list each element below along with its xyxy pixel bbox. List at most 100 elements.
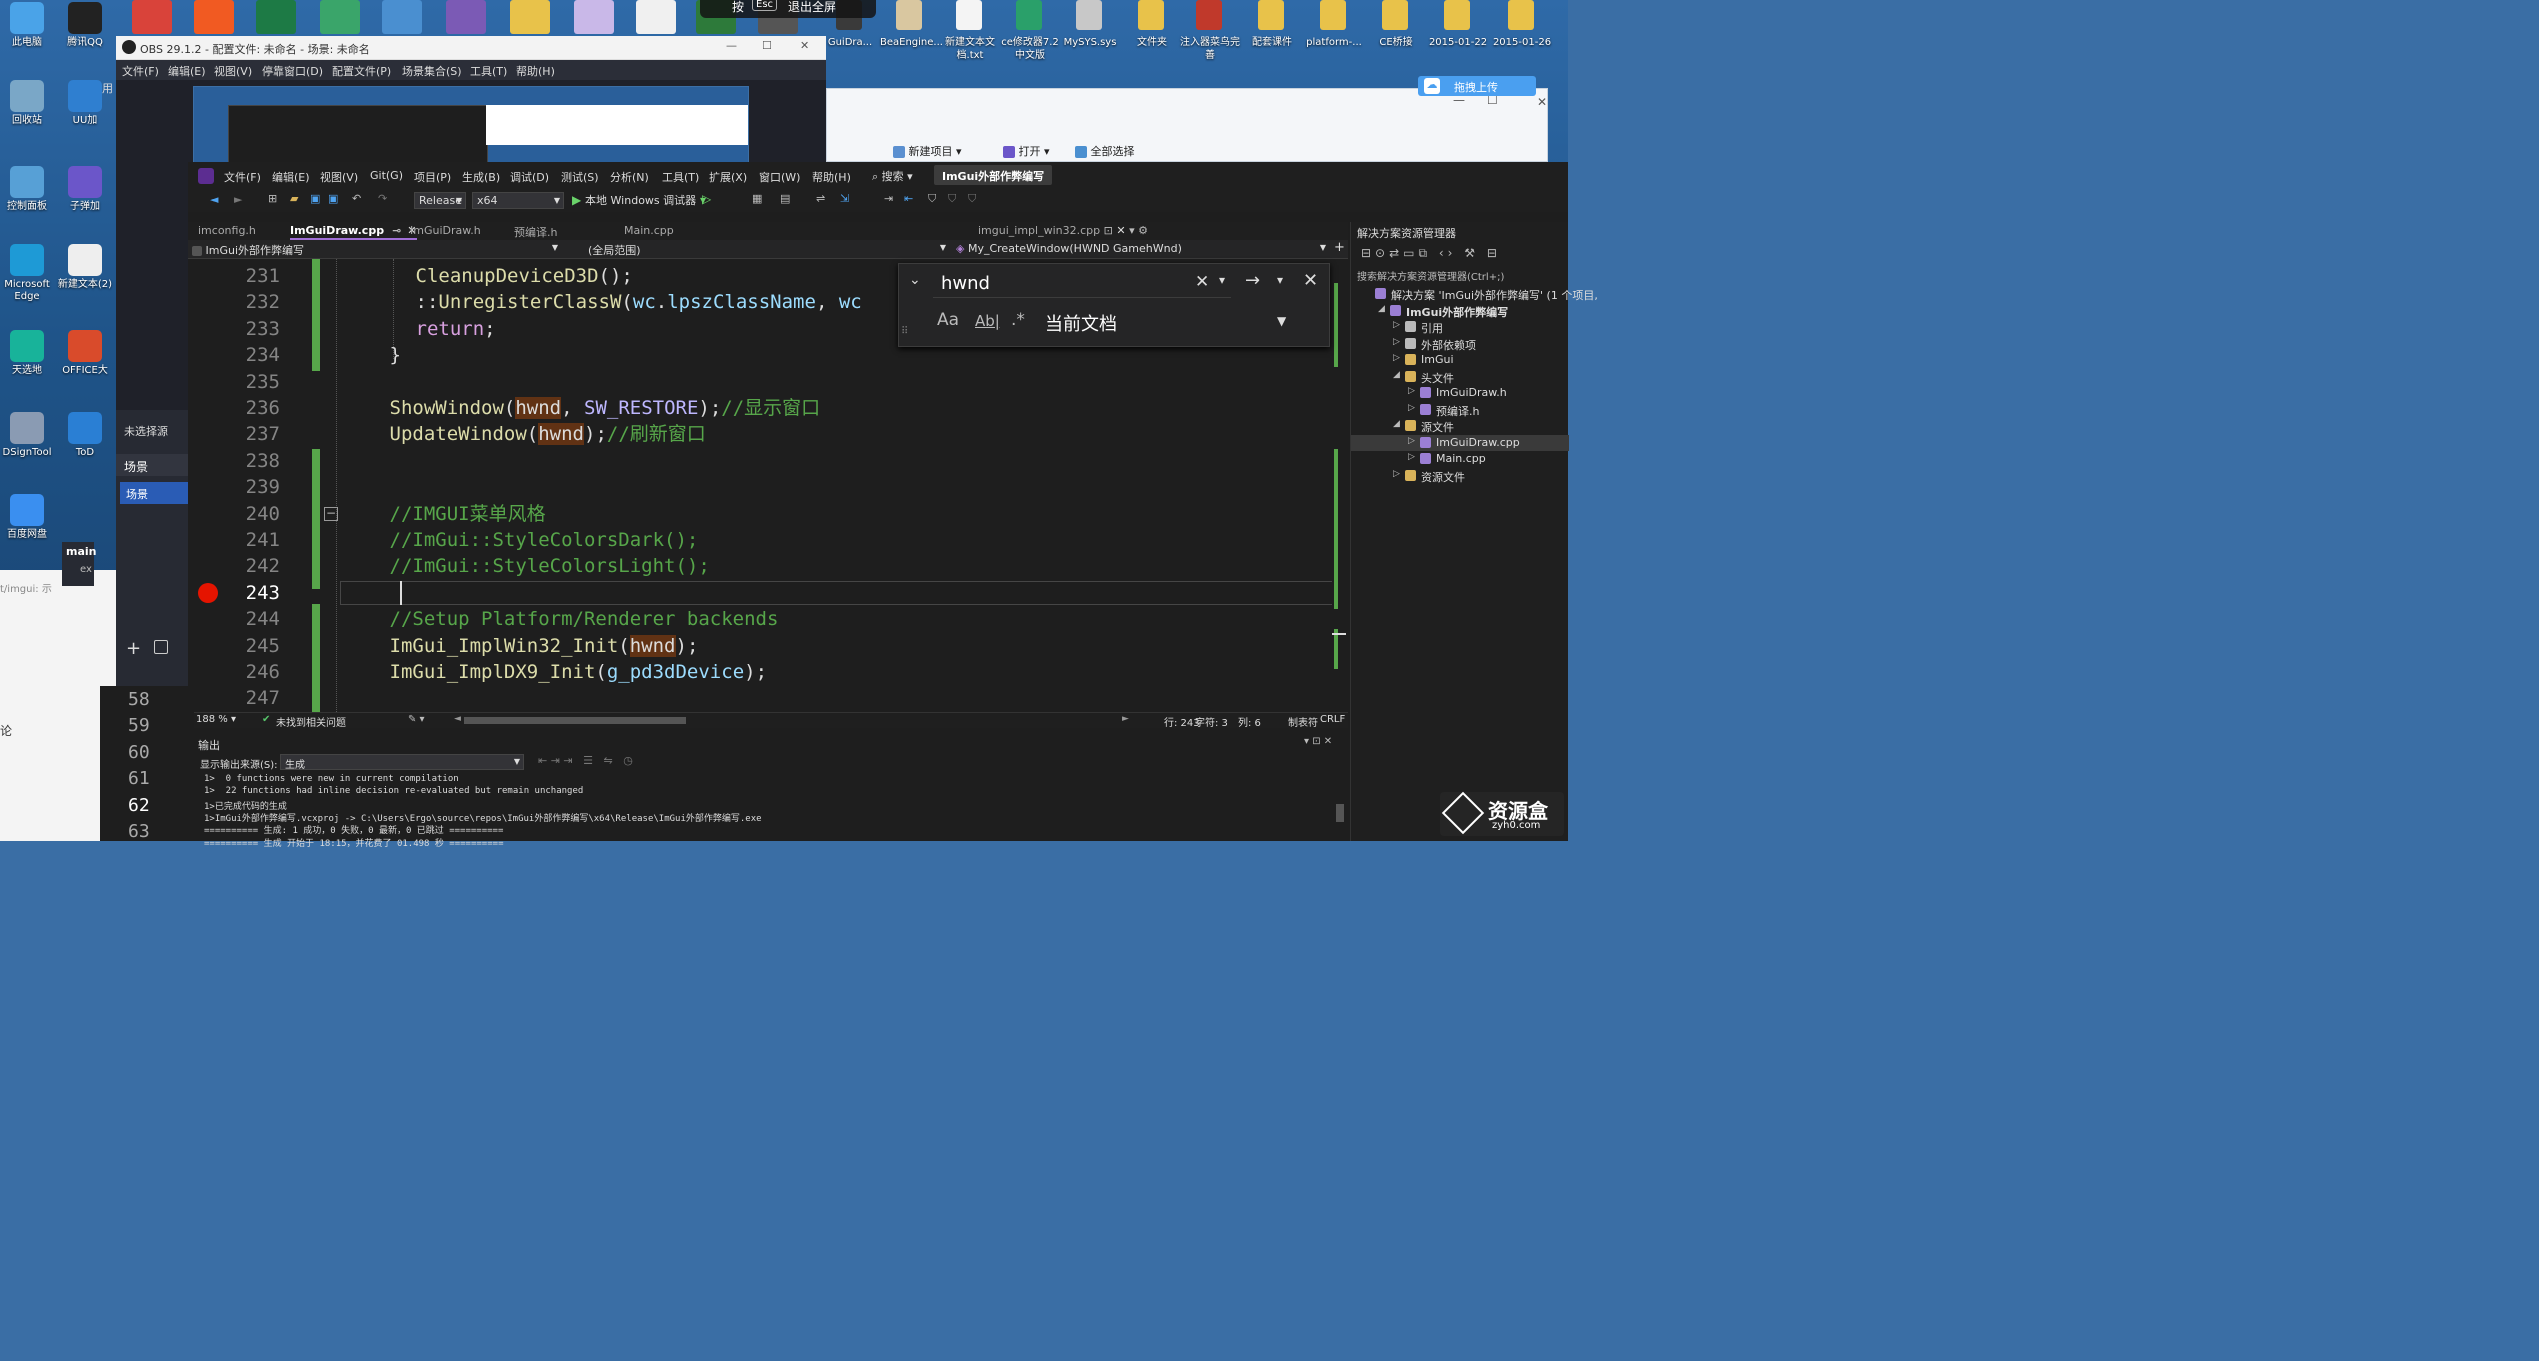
vs-menu-item[interactable]: 扩展(X) [709, 169, 747, 185]
expand-icon[interactable]: ▷ [1408, 452, 1415, 462]
ex-tab-label[interactable]: ex [80, 564, 92, 575]
obs-minimize-icon[interactable]: — [726, 39, 737, 52]
vs-menu-item[interactable]: 调试(D) [510, 169, 549, 185]
vs-menu-item[interactable]: 工具(T) [662, 169, 699, 185]
output-source-dropdown[interactable]: 生成 ▼ [280, 754, 524, 771]
settings-icon[interactable]: ⚙ [1138, 224, 1148, 237]
expand-icon[interactable]: ◢ [1378, 304, 1385, 314]
close-find-icon[interactable]: ✕ [1303, 270, 1318, 291]
new-project-icon[interactable]: ⊞ [268, 192, 277, 205]
solution-tree-item[interactable]: ◢ 源文件 [1351, 418, 1569, 434]
taskbar-app-icon[interactable] [320, 0, 360, 34]
scroll-right-icon[interactable]: ► [1122, 714, 1129, 724]
solution-tree-item[interactable]: ▷ ImGuiDraw.cpp [1351, 434, 1569, 451]
toolbar-icon-c[interactable]: ⇌ [816, 192, 825, 205]
output-scrollbar[interactable] [1336, 778, 1344, 834]
find-options-icon[interactable]: ▾ [1277, 273, 1283, 287]
forward-icon[interactable]: ► [234, 193, 242, 206]
expand-icon[interactable]: ▷ [1393, 353, 1400, 363]
expand-icon[interactable]: ▷ [1408, 386, 1415, 396]
vs-menu-item[interactable]: 测试(S) [561, 169, 599, 185]
solution-tree-item[interactable]: 解决方案 'ImGui外部作弊编写' (1 个项目, [1351, 286, 1598, 302]
code-line[interactable]: 238 [194, 448, 1348, 474]
editor-tab[interactable]: ImGuiDraw.h [410, 224, 481, 240]
nav-project-dropdown[interactable]: ImGui外部作弊编写 ▼ [192, 242, 562, 258]
split-icon[interactable]: + [1334, 240, 1345, 255]
desktop-icon[interactable]: 百度网盘 [0, 494, 56, 541]
pin-icon[interactable]: ⊸ [392, 224, 401, 237]
scene-item[interactable]: 场景 [120, 482, 188, 504]
expand-icon[interactable]: ▷ [1408, 436, 1415, 446]
desktop-icon[interactable]: DSignTool [0, 412, 56, 459]
obs-menu-item[interactable]: 场景集合(S) [402, 63, 462, 79]
solution-tree-item[interactable]: ▷ 资源文件 [1351, 468, 1569, 484]
regex-icon[interactable]: .* [1011, 310, 1025, 330]
pin-icon[interactable]: ⊡ [1104, 224, 1113, 237]
code-line[interactable]: 244 //Setup Platform/Renderer backends [194, 606, 1348, 632]
save-all-icon[interactable]: ▣ [328, 192, 338, 205]
solution-tree-item[interactable]: ▷ Main.cpp [1351, 451, 1569, 467]
tab-dropdown-icon[interactable]: ▾ [1129, 224, 1135, 237]
desktop-file-icon[interactable] [1138, 0, 1164, 30]
desktop-file-icon[interactable] [1320, 0, 1346, 30]
toolbar-icon-e[interactable]: ⇥ [884, 192, 893, 205]
bookmark-next-icon[interactable]: ⛉ [968, 192, 976, 206]
desktop-file-icon[interactable] [896, 0, 922, 30]
editor-tab[interactable]: 预编译.h [514, 224, 557, 240]
editor-tab[interactable]: imconfig.h [198, 224, 256, 240]
solution-toolbar-icons[interactable]: ⊟⊙⇄▭⧉ ‹› ⚒ ⊟ [1361, 246, 1501, 261]
platform-dropdown[interactable]: x64 ▼ [472, 192, 564, 209]
desktop-file-icon[interactable] [1076, 0, 1102, 30]
bookmark-icon[interactable]: ⛉ [928, 192, 936, 206]
right-tab[interactable]: imgui_impl_win32.cpp ⊡ ✕ ▾ ⚙ [978, 224, 1148, 237]
taskbar-app-icon[interactable] [382, 0, 422, 34]
redo-icon[interactable]: ↷ [378, 192, 387, 205]
toolbar-icon-b[interactable]: ▤ [780, 192, 790, 205]
new-item-button[interactable]: 新建项目 ▾ [889, 141, 966, 161]
vertical-scrollbar[interactable] [1332, 259, 1348, 712]
nav-function-dropdown[interactable]: ◈ My_CreateWindow(HWND GamehWnd) ▼ [956, 242, 1328, 255]
scope-dropdown-icon[interactable]: ▼ [1277, 314, 1286, 328]
resize-grip-icon[interactable]: ⠿ [901, 326, 908, 337]
desktop-file-icon[interactable] [1444, 0, 1470, 30]
expand-icon[interactable]: ◢ [1393, 419, 1400, 429]
right-tab-close-icon[interactable]: ✕ [1116, 224, 1125, 237]
taskbar-app-icon[interactable] [194, 0, 234, 34]
desktop-icon[interactable]: OFFICE大 [56, 330, 114, 377]
whole-word-icon[interactable]: Ab| [975, 312, 1000, 330]
find-input[interactable]: hwnd [933, 268, 1231, 298]
obs-menu-item[interactable]: 编辑(E) [168, 63, 206, 79]
taskbar-app-icon[interactable] [446, 0, 486, 34]
vs-menu-item[interactable]: 帮助(H) [812, 169, 851, 185]
obs-maximize-icon[interactable]: ☐ [762, 39, 772, 52]
vs-menu-item[interactable]: Git(G) [370, 169, 403, 182]
start-debug-button[interactable]: ▶ 本地 Windows 调试器 ▾ [572, 192, 706, 208]
esc-key[interactable]: Esc [752, 0, 778, 11]
close-icon[interactable]: ✕ [1537, 95, 1547, 109]
find-scope-value[interactable]: 当前文档 [1045, 310, 1117, 336]
desktop-icon[interactable]: 腾讯QQ [56, 2, 114, 49]
editor-tab[interactable]: Main.cpp [624, 224, 674, 240]
code-line[interactable]: 246 ImGui_ImplDX9_Init(g_pd3dDevice); [194, 659, 1348, 685]
expand-icon[interactable]: ▷ [1408, 403, 1415, 413]
taskbar-app-icon[interactable] [510, 0, 550, 34]
vs-menu-item[interactable]: 视图(V) [320, 169, 358, 185]
find-next-icon[interactable]: → [1245, 270, 1260, 291]
indent-mode[interactable]: 制表符 [1288, 714, 1318, 729]
config-dropdown[interactable]: Release ▼ [414, 192, 466, 209]
expand-icon[interactable]: ▷ [1393, 320, 1400, 330]
obs-menu-item[interactable]: 视图(V) [214, 63, 252, 79]
back-icon[interactable]: ◄ [210, 193, 218, 206]
obs-close-icon[interactable]: ✕ [800, 39, 809, 52]
desktop-icon[interactable]: ToD [56, 412, 114, 459]
open-file-icon[interactable]: ▰ [290, 192, 298, 205]
zoom-dropdown[interactable]: 188 % ▾ [196, 714, 236, 725]
code-line[interactable]: 243 [194, 580, 1348, 606]
expand-icon[interactable]: ▷ [1393, 469, 1400, 479]
add-scene-button[interactable]: + [126, 638, 141, 659]
solution-tree-item[interactable]: ▷ ImGui [1351, 352, 1569, 368]
desktop-icon[interactable]: 此电脑 [0, 2, 56, 49]
run-without-debug-icon[interactable]: ▷ [702, 192, 711, 206]
solution-tree-item[interactable]: ◢ 头文件 [1351, 369, 1569, 385]
code-line[interactable]: 241 //ImGui::StyleColorsDark(); [194, 527, 1348, 553]
